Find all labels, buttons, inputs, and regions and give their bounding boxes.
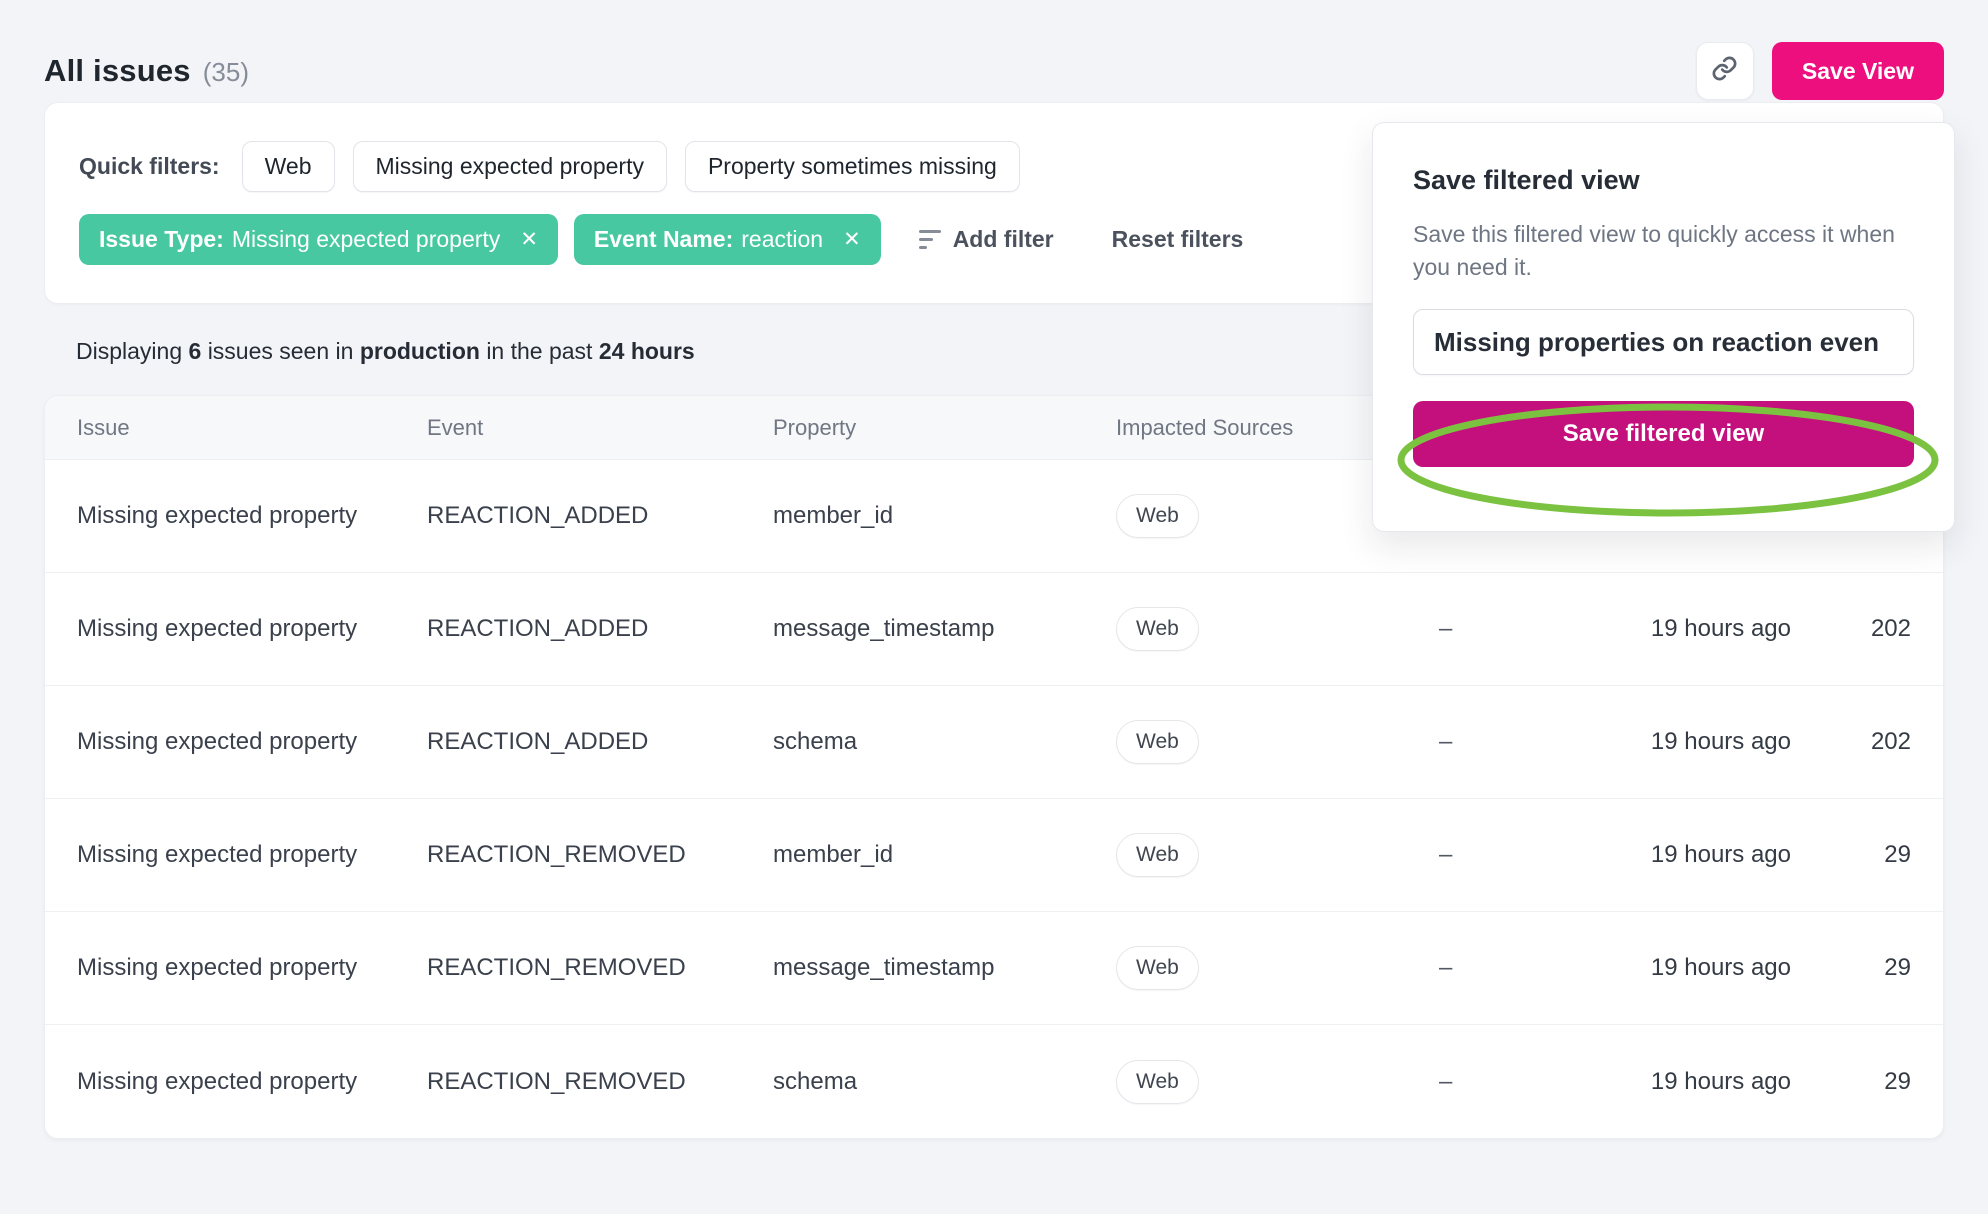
last-seen-cell: 19 hours ago xyxy=(1561,954,1791,982)
event-volume-cell: 29 xyxy=(1791,954,1911,982)
link-icon xyxy=(1711,55,1738,87)
event-cell: REACTION_ADDED xyxy=(427,615,773,643)
add-filter-button[interactable]: Add filter xyxy=(919,226,1054,253)
view-name-input[interactable] xyxy=(1413,309,1914,375)
filter-chip-value: Missing expected property xyxy=(232,226,500,253)
issue-cell: Missing expected property xyxy=(77,1068,427,1096)
event-cell: REACTION_REMOVED xyxy=(427,841,773,869)
source-badge-web: Web xyxy=(1116,607,1199,651)
filter-lines-icon xyxy=(919,230,941,249)
event-cell: REACTION_REMOVED xyxy=(427,954,773,982)
page-title-group: All issues (35) xyxy=(44,53,249,89)
filter-chip-label: Event Name: xyxy=(594,226,733,253)
issue-cell: Missing expected property xyxy=(77,841,427,869)
filter-chip-event-name[interactable]: Event Name: reaction ✕ xyxy=(574,214,881,265)
issue-cell: Missing expected property xyxy=(77,615,427,643)
summary-text: issues seen in xyxy=(208,338,354,364)
remove-filter-icon[interactable]: ✕ xyxy=(843,227,861,252)
summary-text: Displaying xyxy=(76,338,182,364)
source-badge-web: Web xyxy=(1116,946,1199,990)
reset-filters-label: Reset filters xyxy=(1112,226,1244,252)
quick-filter-missing-expected-property[interactable]: Missing expected property xyxy=(353,141,667,192)
reset-filters-button[interactable]: Reset filters xyxy=(1112,226,1244,253)
issue-count: (35) xyxy=(203,57,249,88)
header-actions: Save View xyxy=(1696,42,1944,100)
issue-cell: Missing expected property xyxy=(77,728,427,756)
save-view-button[interactable]: Save View xyxy=(1772,42,1944,100)
source-badge-web: Web xyxy=(1116,494,1199,538)
popover-description: Save this filtered view to quickly acces… xyxy=(1413,218,1913,283)
remove-filter-icon[interactable]: ✕ xyxy=(520,227,538,252)
column-header-impacted-sources: Impacted Sources xyxy=(1116,415,1411,441)
quick-filter-web[interactable]: Web xyxy=(242,141,335,192)
table-row[interactable]: Missing expected property REACTION_ADDED… xyxy=(45,573,1943,686)
impacted-sources-cell: Web xyxy=(1116,1060,1411,1104)
impacted-sources-cell: Web xyxy=(1116,494,1411,538)
source-badge-web: Web xyxy=(1116,1060,1199,1104)
impacted-cell: – xyxy=(1411,1068,1561,1096)
summary-issue-count: 6 xyxy=(189,338,202,364)
source-badge-web: Web xyxy=(1116,720,1199,764)
column-header-event: Event xyxy=(427,415,773,441)
event-cell: REACTION_ADDED xyxy=(427,502,773,530)
property-cell: schema xyxy=(773,728,1116,756)
filter-chip-issue-type[interactable]: Issue Type: Missing expected property ✕ xyxy=(79,214,558,265)
impacted-sources-cell: Web xyxy=(1116,607,1411,651)
copy-link-button[interactable] xyxy=(1696,42,1754,100)
impacted-sources-cell: Web xyxy=(1116,946,1411,990)
property-cell: member_id xyxy=(773,841,1116,869)
summary-environment: production xyxy=(360,338,480,364)
table-row[interactable]: Missing expected property REACTION_REMOV… xyxy=(45,799,1943,912)
impacted-cell: – xyxy=(1411,728,1561,756)
quick-filter-property-sometimes-missing[interactable]: Property sometimes missing xyxy=(685,141,1020,192)
column-header-issue: Issue xyxy=(77,415,427,441)
table-row[interactable]: Missing expected property REACTION_REMOV… xyxy=(45,912,1943,1025)
event-volume-cell: 29 xyxy=(1791,841,1911,869)
save-filtered-view-button[interactable]: Save filtered view xyxy=(1413,401,1914,467)
impacted-cell: – xyxy=(1411,954,1561,982)
property-cell: member_id xyxy=(773,502,1116,530)
event-volume-cell: 29 xyxy=(1791,1068,1911,1096)
last-seen-cell: 19 hours ago xyxy=(1561,841,1791,869)
property-cell: message_timestamp xyxy=(773,615,1116,643)
popover-title: Save filtered view xyxy=(1413,165,1914,196)
property-cell: schema xyxy=(773,1068,1116,1096)
event-volume-cell: 202 xyxy=(1791,728,1911,756)
column-header-property: Property xyxy=(773,415,1116,441)
event-cell: REACTION_ADDED xyxy=(427,728,773,756)
add-filter-label: Add filter xyxy=(953,226,1054,253)
last-seen-cell: 19 hours ago xyxy=(1561,728,1791,756)
impacted-sources-cell: Web xyxy=(1116,720,1411,764)
event-volume-cell: 202 xyxy=(1791,615,1911,643)
property-cell: message_timestamp xyxy=(773,954,1116,982)
issue-cell: Missing expected property xyxy=(77,954,427,982)
filter-chip-value: reaction xyxy=(741,226,823,253)
impacted-cell: – xyxy=(1411,615,1561,643)
quick-filters-label: Quick filters: xyxy=(79,153,220,180)
summary-text: in the past xyxy=(486,338,592,364)
table-row[interactable]: Missing expected property REACTION_ADDED… xyxy=(45,686,1943,799)
filter-chip-label: Issue Type: xyxy=(99,226,224,253)
summary-time-range: 24 hours xyxy=(599,338,695,364)
save-filtered-view-popover: Save filtered view Save this filtered vi… xyxy=(1372,122,1955,532)
last-seen-cell: 19 hours ago xyxy=(1561,615,1791,643)
last-seen-cell: 19 hours ago xyxy=(1561,1068,1791,1096)
impacted-sources-cell: Web xyxy=(1116,833,1411,877)
page-title: All issues xyxy=(44,53,191,89)
page-header: All issues (35) Save View xyxy=(0,0,1988,100)
issue-cell: Missing expected property xyxy=(77,502,427,530)
event-cell: REACTION_REMOVED xyxy=(427,1068,773,1096)
impacted-cell: – xyxy=(1411,841,1561,869)
table-row[interactable]: Missing expected property REACTION_REMOV… xyxy=(45,1025,1943,1138)
source-badge-web: Web xyxy=(1116,833,1199,877)
